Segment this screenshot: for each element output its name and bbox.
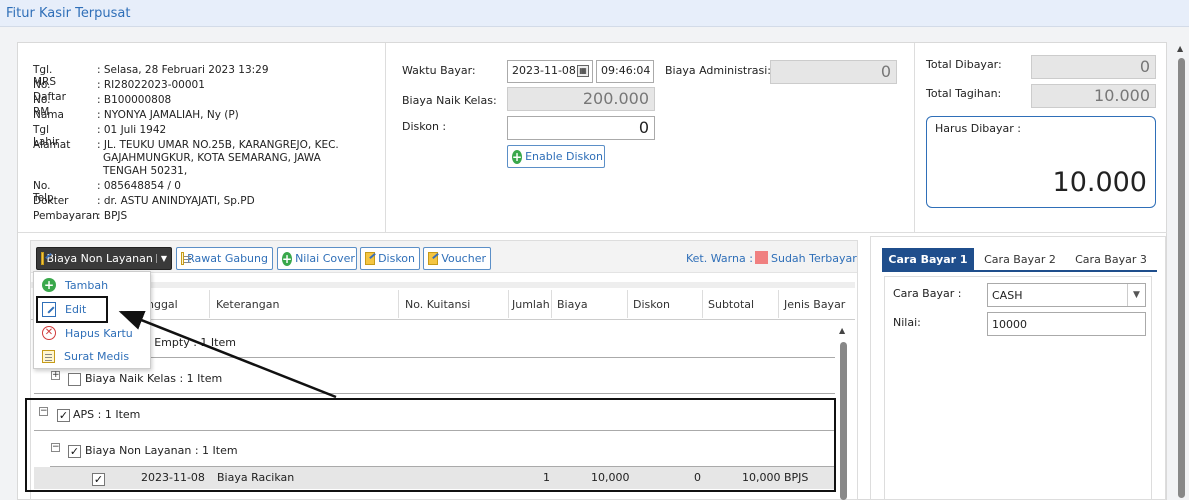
- cara-bayar-form: [884, 276, 1152, 500]
- chevron-down-icon[interactable]: ▼: [1127, 284, 1145, 306]
- cara-bayar-select[interactable]: CASH ▼: [987, 283, 1146, 307]
- cara-bayar-label: Cara Bayar :: [893, 287, 962, 300]
- page-scrollbar[interactable]: ▲: [1176, 44, 1186, 498]
- scroll-thumb[interactable]: [1178, 58, 1185, 498]
- tab-cara-bayar-3[interactable]: Cara Bayar 3: [1066, 248, 1156, 270]
- cara-bayar-value: CASH: [992, 289, 1023, 302]
- tab-cara-bayar-1[interactable]: Cara Bayar 1: [882, 248, 974, 270]
- nilai-input[interactable]: 10000: [987, 312, 1146, 336]
- scroll-up-icon[interactable]: ▲: [1177, 44, 1183, 53]
- nilai-label: Nilai:: [893, 316, 921, 329]
- tab-cara-bayar-2[interactable]: Cara Bayar 2: [975, 248, 1065, 270]
